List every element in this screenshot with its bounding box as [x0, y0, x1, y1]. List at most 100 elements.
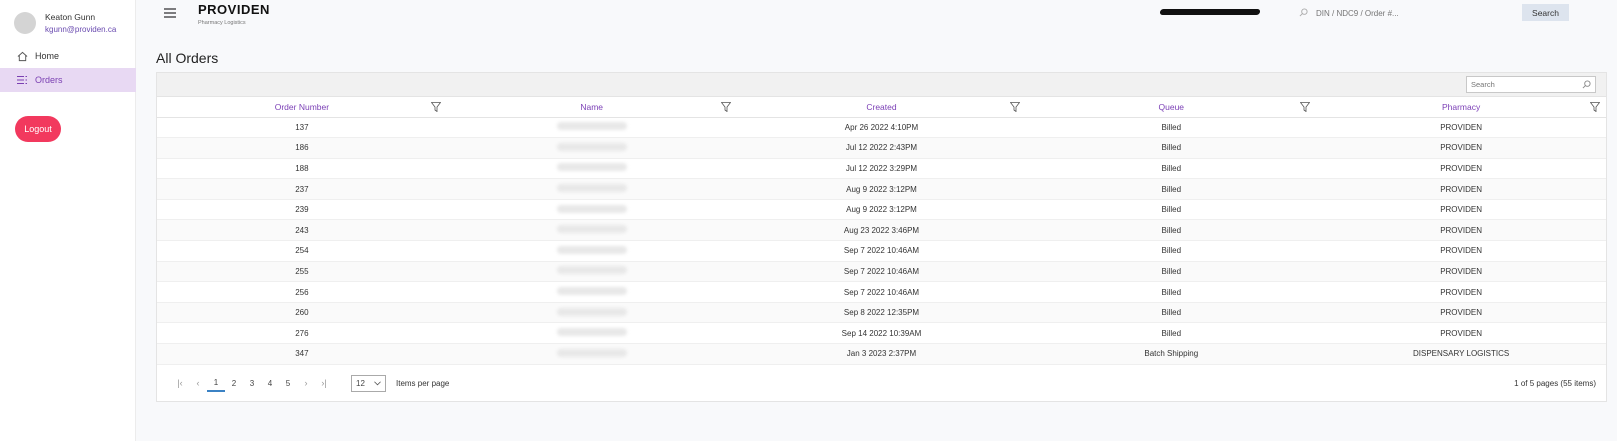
cell-queue: Batch Shipping — [1026, 343, 1317, 365]
cell-order-number: 276 — [157, 322, 447, 345]
last-page-icon[interactable]: ›| — [315, 374, 333, 392]
filter-icon[interactable] — [430, 102, 442, 113]
cell-order-number: 256 — [157, 281, 447, 303]
cell-created: Aug 9 2022 3:12PM — [736, 178, 1027, 200]
cell-order-number: 186 — [157, 137, 447, 159]
home-icon — [15, 49, 29, 63]
page-number[interactable]: 1 — [207, 374, 225, 392]
cell-queue: Billed — [1026, 322, 1317, 345]
blurred-name — [556, 328, 627, 337]
chevron-down-icon — [374, 379, 381, 388]
blurred-name — [556, 163, 627, 172]
column-header-queue[interactable]: Queue — [1026, 97, 1317, 118]
orders-grid: Order Number Name Created Queue Pharmacy… — [156, 72, 1607, 402]
cell-order-number: 255 — [157, 261, 447, 283]
table-row[interactable]: 254 Sep 7 2022 10:46AM Billed PROVIDEN — [157, 240, 1606, 262]
table-row[interactable]: 137 Apr 26 2022 4:10PM Billed PROVIDEN — [157, 117, 1606, 139]
table-row[interactable]: 186 Jul 12 2022 2:43PM Billed PROVIDEN — [157, 137, 1606, 159]
filter-icon[interactable] — [720, 102, 731, 113]
grid-search-input[interactable] — [1471, 80, 1582, 89]
cell-queue: Billed — [1026, 178, 1317, 200]
filter-icon[interactable] — [1589, 102, 1601, 113]
blurred-name — [556, 142, 627, 151]
blurred-name — [556, 204, 627, 213]
brand-name: PROVIDEN — [198, 2, 270, 17]
cell-order-number: 137 — [157, 117, 447, 139]
table-row[interactable]: 239 Aug 9 2022 3:12PM Billed PROVIDEN — [157, 199, 1606, 221]
cell-created: Jan 3 2023 2:37PM — [736, 343, 1027, 365]
cell-pharmacy: PROVIDEN — [1316, 281, 1606, 303]
column-header-order-number[interactable]: Order Number — [157, 97, 447, 118]
cell-name — [446, 137, 737, 159]
search-input[interactable] — [1316, 8, 1506, 18]
cell-created: Sep 8 2022 12:35PM — [736, 302, 1027, 324]
avatar — [14, 12, 36, 34]
column-header-name[interactable]: Name — [446, 97, 737, 118]
cell-name — [446, 178, 737, 200]
table-row[interactable]: 347 Jan 3 2023 2:37PM Batch Shipping DISPEN… — [157, 343, 1606, 365]
cell-created: Aug 9 2022 3:12PM — [736, 199, 1027, 221]
cell-pharmacy: PROVIDEN — [1316, 302, 1606, 324]
page-number[interactable]: 2 — [225, 374, 243, 392]
page-info: 1 of 5 pages (55 items) — [1514, 378, 1596, 388]
cell-queue: Billed — [1026, 240, 1317, 262]
table-row[interactable]: 256 Sep 7 2022 10:46AM Billed PROVIDEN — [157, 281, 1606, 303]
cell-name — [446, 158, 737, 180]
logout-button[interactable]: Logout — [15, 116, 61, 142]
cell-name — [446, 240, 737, 262]
table-row[interactable]: 243 Aug 23 2022 3:46PM Billed PROVIDEN — [157, 219, 1606, 242]
search-icon — [1299, 4, 1308, 22]
list-icon — [15, 73, 29, 87]
blurred-name — [556, 307, 627, 316]
page-number[interactable]: 5 — [279, 374, 297, 392]
blurred-name — [556, 225, 627, 234]
column-label: Order Number — [274, 101, 330, 112]
page-number[interactable]: 4 — [261, 374, 279, 392]
table-row[interactable]: 276 Sep 14 2022 10:39AM Billed PROVIDEN — [157, 322, 1606, 345]
blurred-name — [556, 184, 627, 193]
cell-created: Apr 26 2022 4:10PM — [736, 117, 1027, 139]
filter-icon[interactable] — [1299, 102, 1311, 113]
table-row[interactable]: 237 Aug 9 2022 3:12PM Billed PROVIDEN — [157, 178, 1606, 200]
cell-created: Jul 12 2022 2:43PM — [736, 137, 1027, 159]
cell-pharmacy: PROVIDEN — [1316, 240, 1606, 262]
search-button[interactable]: Search — [1522, 4, 1569, 21]
column-header-pharmacy[interactable]: Pharmacy — [1316, 97, 1606, 118]
cell-order-number: 239 — [157, 199, 447, 221]
cell-created: Sep 7 2022 10:46AM — [736, 281, 1027, 303]
menu-icon[interactable] — [163, 6, 177, 20]
cell-pharmacy: PROVIDEN — [1316, 261, 1606, 283]
page-number[interactable]: 3 — [243, 374, 261, 392]
column-label: Created — [866, 101, 897, 112]
sidebar-item-home[interactable]: Home — [0, 44, 136, 68]
user-profile: Keaton Gunn kgunn@providen.ca — [14, 12, 116, 34]
cell-order-number: 260 — [157, 302, 447, 324]
cell-created: Sep 7 2022 10:46AM — [736, 261, 1027, 283]
grid-toolbar — [157, 73, 1606, 97]
redacted-text — [1159, 9, 1261, 15]
pager: |‹ ‹ 12345 › ›| 12 Items per page 1 of 5… — [157, 365, 1606, 401]
cell-pharmacy: PROVIDEN — [1316, 158, 1606, 180]
table-row[interactable]: 188 Jul 12 2022 3:29PM Billed PROVIDEN — [157, 158, 1606, 180]
cell-queue: Billed — [1026, 158, 1317, 180]
next-page-icon[interactable]: › — [297, 374, 315, 392]
sidebar-nav: Home Orders — [0, 44, 136, 92]
orders-table: Order Number Name Created Queue Pharmacy… — [157, 97, 1606, 365]
cell-order-number: 243 — [157, 219, 447, 242]
search-icon — [1582, 76, 1591, 94]
prev-page-icon[interactable]: ‹ — [189, 374, 207, 392]
sidebar-item-orders[interactable]: Orders — [0, 68, 136, 92]
column-header-created[interactable]: Created — [736, 97, 1027, 118]
column-label: Queue — [1158, 101, 1185, 112]
table-row[interactable]: 255 Sep 7 2022 10:46AM Billed PROVIDEN — [157, 261, 1606, 283]
per-page-select[interactable]: 12 — [351, 374, 386, 392]
filter-icon[interactable] — [1010, 102, 1021, 113]
cell-name — [446, 281, 737, 303]
brand-logo: PROVIDEN Pharmacy Logistics — [198, 2, 270, 26]
first-page-icon[interactable]: |‹ — [171, 374, 189, 392]
cell-name — [446, 302, 737, 324]
table-row[interactable]: 260 Sep 8 2022 12:35PM Billed PROVIDEN — [157, 302, 1606, 324]
user-name: Keaton Gunn — [45, 12, 96, 22]
cell-queue: Billed — [1026, 199, 1317, 221]
global-search — [1299, 5, 1519, 21]
